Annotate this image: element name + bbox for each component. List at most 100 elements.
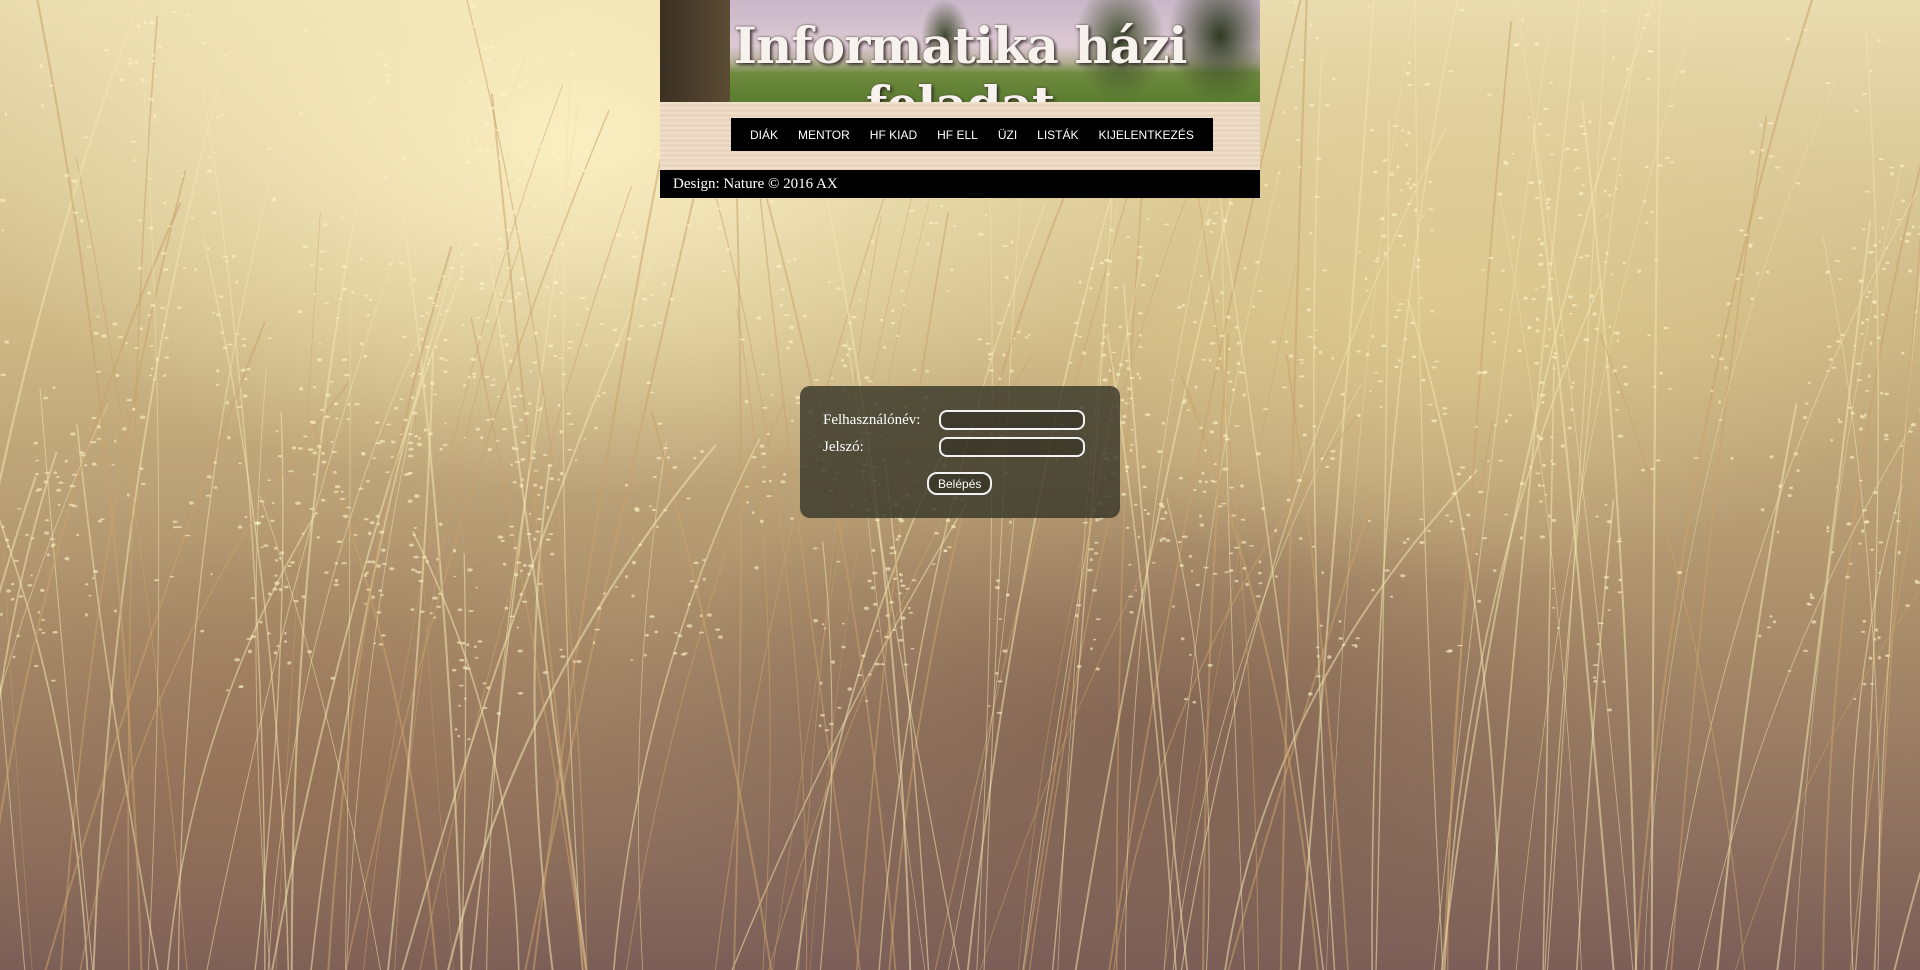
grass-seed xyxy=(1406,202,1412,205)
grass-seed xyxy=(320,498,326,502)
grass-seed xyxy=(569,53,573,57)
grass-seed xyxy=(1855,362,1862,365)
grass-seed xyxy=(1313,345,1317,350)
grass-seed xyxy=(1642,26,1647,29)
grass-seed xyxy=(1553,356,1557,360)
grass-seed xyxy=(177,306,182,309)
grass-seed xyxy=(1559,334,1563,337)
menu-item-kijelentkezes[interactable]: KIJELENTKEZÉS xyxy=(1089,128,1204,142)
menu-item-hf-ell[interactable]: HF ELL xyxy=(927,128,988,142)
grass-seed xyxy=(1718,357,1724,361)
grass-seed xyxy=(899,573,903,577)
grass-seed xyxy=(496,395,501,398)
grass-blade xyxy=(76,424,159,970)
grass-seed xyxy=(1865,295,1869,298)
grass-seed xyxy=(1541,400,1545,405)
grass-seed xyxy=(1864,413,1867,417)
grass-seed xyxy=(307,448,314,451)
grass-seed xyxy=(310,421,316,425)
grass-seed xyxy=(64,459,68,463)
grass-seed xyxy=(1219,334,1225,337)
grass-seed xyxy=(34,664,39,668)
grass-seed xyxy=(1676,570,1683,575)
grass-seed xyxy=(164,336,169,339)
grass-seed xyxy=(1614,408,1620,411)
grass-seed xyxy=(207,156,213,158)
grass-seed xyxy=(149,21,155,25)
grass-seed xyxy=(489,46,494,49)
grass-seed xyxy=(1312,545,1316,548)
grass-seed xyxy=(533,450,537,454)
grass-blade xyxy=(1285,354,1349,970)
grass-seed xyxy=(1550,153,1554,156)
grass-seed xyxy=(1081,351,1087,355)
grass-seed xyxy=(745,485,749,488)
grass-seed xyxy=(1124,465,1130,469)
grass-seed xyxy=(188,501,194,505)
grass-seed xyxy=(224,260,230,263)
grass-seed xyxy=(1914,311,1918,313)
grass-seed xyxy=(1893,511,1897,514)
grass-seed xyxy=(1504,419,1508,423)
grass-seed xyxy=(702,559,706,562)
grass-seed xyxy=(1137,535,1141,539)
grass-seed xyxy=(267,632,271,635)
grass-seed xyxy=(1078,335,1083,338)
grass-seed xyxy=(202,41,207,45)
grass-seed xyxy=(537,493,541,496)
grass-seed xyxy=(288,470,294,473)
grass-seed xyxy=(79,451,85,455)
grass-seed xyxy=(549,477,555,481)
password-row: Jelszó: xyxy=(823,437,1085,457)
grass-seed xyxy=(1377,380,1383,383)
password-input[interactable] xyxy=(939,437,1085,457)
grass-seed xyxy=(1142,485,1147,489)
grass-seed xyxy=(416,571,423,574)
grass-seed xyxy=(1451,491,1457,496)
grass-seed xyxy=(1223,434,1228,438)
grass-seed xyxy=(507,250,511,253)
grass-seed xyxy=(321,451,326,455)
grass-seed xyxy=(1908,269,1913,273)
grass-seed xyxy=(475,148,482,152)
grass-seed xyxy=(1760,148,1765,152)
grass-seed xyxy=(425,345,430,349)
grass-seed xyxy=(148,97,154,101)
username-input[interactable] xyxy=(939,410,1085,430)
grass-seed xyxy=(1838,278,1842,281)
grass-seed xyxy=(1549,278,1555,280)
grass-seed xyxy=(1718,400,1721,404)
grass-seed xyxy=(1389,172,1395,176)
menu-item-diak[interactable]: DIÁK xyxy=(740,128,788,142)
grass-seed xyxy=(485,58,491,62)
grass-seed xyxy=(626,337,632,341)
grass-blade xyxy=(92,0,245,970)
menu-item-uzi[interactable]: ÜZI xyxy=(988,128,1027,142)
username-row: Felhasználónév: xyxy=(823,410,1085,430)
grass-blade xyxy=(0,678,26,970)
grass-seed xyxy=(1212,421,1219,425)
grass-seed xyxy=(1807,603,1813,606)
grass-seed xyxy=(27,584,33,587)
grass-seed xyxy=(818,724,822,728)
login-button[interactable]: Belépés xyxy=(927,472,993,495)
grass-seed xyxy=(1138,312,1143,315)
grass-seed xyxy=(1608,325,1612,328)
grass-seed xyxy=(1837,418,1841,421)
grass-seed xyxy=(1288,354,1294,358)
grass-seed xyxy=(989,369,995,372)
grass-seed xyxy=(1858,279,1864,283)
grass-seed xyxy=(342,287,348,291)
grass-seed xyxy=(1351,644,1358,647)
grass-seed xyxy=(556,478,560,481)
menu-item-hf-kiad[interactable]: HF KIAD xyxy=(860,128,927,142)
grass-seed xyxy=(463,436,467,439)
menu-item-listak[interactable]: LISTÁK xyxy=(1027,128,1088,142)
grass-seed xyxy=(83,136,89,139)
grass-seed xyxy=(1832,366,1837,369)
grass-seed xyxy=(1074,334,1078,337)
grass-seed xyxy=(90,441,94,444)
grass-seed xyxy=(1109,261,1113,263)
grass-seed xyxy=(1774,166,1780,169)
menu-item-mentor[interactable]: MENTOR xyxy=(788,128,860,142)
